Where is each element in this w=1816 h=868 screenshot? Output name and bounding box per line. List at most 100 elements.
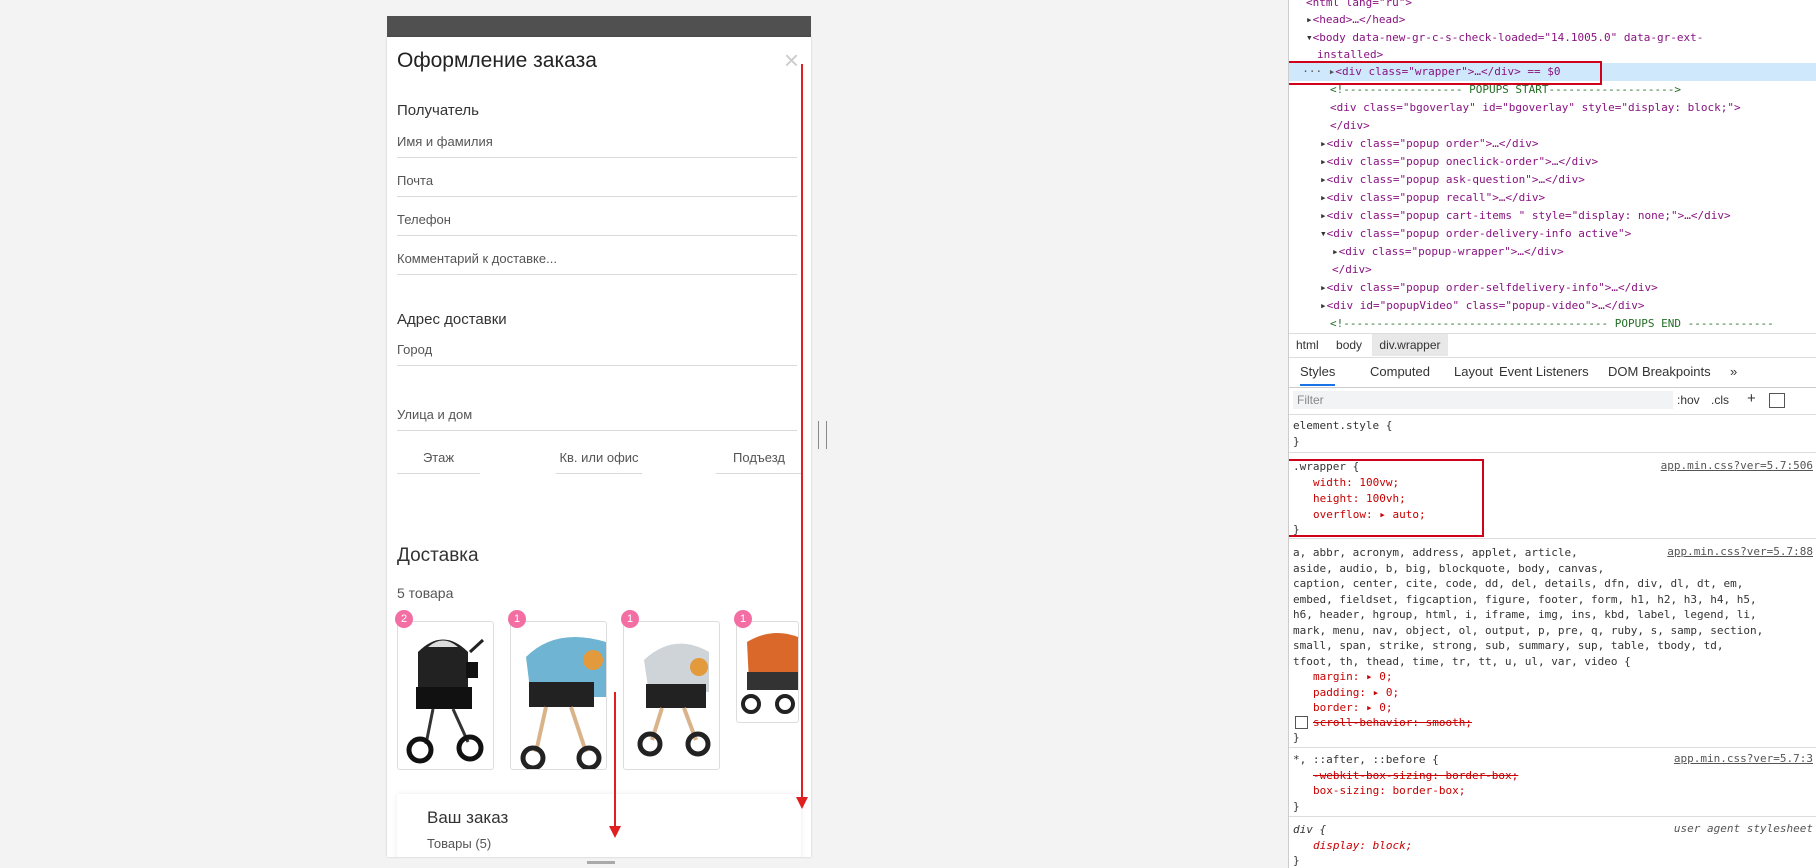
email-field-placeholder: Почта — [397, 173, 434, 188]
floor-field[interactable]: Этаж — [397, 441, 480, 474]
tab-event-listeners[interactable]: Event Listeners — [1499, 364, 1589, 379]
items-count: 5 товара — [397, 585, 454, 601]
dom-node[interactable]: <div class="bgoverlay" id="bgoverlay" st… — [1330, 99, 1741, 117]
product-thumbnail[interactable] — [623, 621, 720, 770]
resize-handle[interactable] — [818, 421, 827, 449]
dom-node[interactable]: ▾<div class="popup order-delivery-info a… — [1320, 225, 1631, 243]
devtools-tabs: Styles Computed Layout Event Listeners D… — [1289, 357, 1816, 388]
cls-button[interactable]: .cls — [1711, 393, 1729, 407]
quantity-badge: 1 — [621, 610, 639, 628]
dom-node[interactable]: ▸<div class="popup-wrapper">…</div> — [1332, 243, 1564, 261]
user-agent-label: user agent stylesheet — [1673, 822, 1813, 835]
phone-field[interactable]: Телефон — [397, 197, 797, 236]
email-field[interactable]: Почта — [397, 158, 797, 197]
dom-text: <html lang="ru"> — [1306, 0, 1412, 9]
new-rule-button[interactable]: + — [1747, 390, 1756, 407]
dom-text: <div class="popup order-selfdelivery-inf… — [1326, 281, 1658, 294]
breadcrumb-body[interactable]: body — [1329, 334, 1369, 356]
dom-node: </div> — [1330, 117, 1370, 135]
checkout-modal: Оформление заказа × Получатель Имя и фам… — [387, 37, 811, 857]
name-field-placeholder: Имя и фамилия — [397, 134, 493, 149]
dom-node[interactable]: ▸<div class="popup order-selfdelivery-in… — [1320, 279, 1658, 297]
tab-dom-breakpoints[interactable]: DOM Breakpoints — [1608, 364, 1711, 379]
name-field[interactable]: Имя и фамилия — [397, 119, 797, 158]
property-checkbox[interactable] — [1295, 716, 1308, 729]
comment-field[interactable]: Комментарий к доставке... — [397, 236, 797, 275]
dom-node[interactable]: ▸<div class="popup order">…</div> — [1320, 135, 1539, 153]
product-thumbnail[interactable] — [736, 621, 799, 723]
styles-toolbar: Filter :hov .cls + — [1289, 388, 1816, 415]
dom-node[interactable]: ▸<div class="popup cart-items " style="d… — [1320, 207, 1731, 225]
rule-divider — [1289, 538, 1816, 539]
styles-filter-input[interactable]: Filter — [1293, 391, 1673, 409]
box-sizing-prop[interactable]: box-sizing: border-box; — [1313, 783, 1465, 799]
order-title: Ваш заказ — [427, 808, 509, 827]
dom-text: <div class="popup oneclick-order">…</div… — [1326, 155, 1599, 168]
dom-text: <div id="popupVideo" class="popup-video"… — [1326, 299, 1645, 312]
close-icon[interactable]: × — [784, 45, 799, 76]
apartment-field[interactable]: Кв. или офис — [556, 441, 642, 474]
bottom-resize-handle[interactable] — [587, 861, 615, 864]
reset-selector-line: caption, center, cite, code, dd, del, de… — [1293, 577, 1744, 590]
reset-selector-line: embed, fieldset, figcaption, figure, foo… — [1293, 593, 1757, 606]
breadcrumb-html[interactable]: html — [1289, 334, 1326, 356]
reset-selector-line: small, span, strike, strong, sub, summar… — [1293, 639, 1724, 652]
order-summary: Ваш заказ Товары (5) — [397, 794, 801, 857]
annotation-arrow — [614, 692, 616, 828]
close-brace: } — [1293, 854, 1300, 867]
dom-text: <div class="popup order-delivery-info ac… — [1326, 227, 1632, 240]
dom-node: </div> — [1332, 261, 1372, 279]
dom-node[interactable]: ▸<div class="popup oneclick-order">…</di… — [1320, 153, 1598, 171]
dom-node[interactable]: ▸<head>…</head> — [1306, 11, 1405, 29]
devtools-panel: <html lang="ru"> ▸<head>…</head> ▾<body … — [1288, 0, 1816, 868]
hov-button[interactable]: :hov — [1677, 393, 1700, 407]
dom-text: <div class="popup-wrapper">…</div> — [1338, 245, 1564, 258]
star-source-link[interactable]: app.min.css?ver=5.7:3 — [1674, 752, 1813, 765]
entrance-field[interactable]: Подъезд — [716, 441, 802, 474]
dom-node[interactable]: ▾<body data-new-gr-c-s-check-loaded="14.… — [1306, 29, 1703, 47]
annotation-highlight — [1289, 459, 1484, 537]
annotation-highlight — [1289, 61, 1602, 85]
quantity-badge: 1 — [508, 610, 526, 628]
city-field-placeholder: Город — [397, 342, 433, 357]
product-thumbnail[interactable] — [510, 621, 607, 770]
address-title: Адрес доставки — [397, 311, 507, 328]
close-brace: } — [1293, 800, 1300, 813]
delivery-title: Доставка — [397, 545, 479, 566]
star-selector: *, ::after, ::before { — [1293, 753, 1439, 766]
dom-text: </div> — [1332, 263, 1372, 276]
floor-field-placeholder: Этаж — [422, 450, 455, 465]
dom-text: <div class="popup order">…</div> — [1326, 137, 1539, 150]
dom-node[interactable]: ▸<div class="popup ask-question">…</div> — [1320, 171, 1585, 189]
product-thumbnail[interactable] — [397, 621, 494, 770]
dom-text: <!--------------------------------------… — [1330, 317, 1774, 330]
rule-divider — [1289, 816, 1816, 817]
webkit-box-sizing-prop[interactable]: -webkit-box-sizing: border-box; — [1313, 768, 1518, 784]
reset-selector-line: tfoot, th, thead, time, tr, tt, u, ul, v… — [1293, 655, 1631, 668]
toggle-sidebar-icon[interactable] — [1769, 393, 1785, 408]
city-field[interactable]: Город — [397, 327, 797, 366]
reset-border-prop[interactable]: border: ▸ 0; — [1313, 700, 1392, 716]
stroller-image — [637, 643, 711, 757]
dom-text: <body data-new-gr-c-s-check-loaded="14.1… — [1312, 31, 1704, 44]
order-items-count: Товары (5) — [427, 836, 492, 851]
tab-more[interactable]: » — [1730, 364, 1737, 379]
street-field-placeholder: Улица и дом — [397, 407, 473, 422]
reset-padding-prop[interactable]: padding: ▸ 0; — [1313, 685, 1399, 701]
reset-margin-prop[interactable]: margin: ▸ 0; — [1313, 669, 1392, 685]
reset-scroll-prop[interactable]: scroll-behavior: smooth; — [1313, 715, 1472, 731]
dom-node[interactable]: ▸<div id="popupVideo" class="popup-video… — [1320, 297, 1645, 315]
entrance-field-placeholder: Подъезд — [733, 450, 785, 465]
dom-node[interactable]: ▸<div class="popup recall">…</div> — [1320, 189, 1545, 207]
reset-source-link[interactable]: app.min.css?ver=5.7:88 — [1667, 545, 1813, 558]
wrapper-source-link[interactable]: app.min.css?ver=5.7:506 — [1661, 459, 1813, 472]
dom-text: <div class="popup cart-items " style="di… — [1326, 209, 1731, 222]
street-field[interactable]: Улица и дом — [397, 392, 797, 431]
tab-computed[interactable]: Computed — [1370, 364, 1430, 379]
tab-styles[interactable]: Styles — [1300, 364, 1336, 386]
dom-text: <div class="popup ask-question">…</div> — [1326, 173, 1585, 186]
dom-text: <head>…</head> — [1312, 13, 1406, 26]
reset-selector-line: aside, audio, b, big, blockquote, body, … — [1293, 562, 1605, 575]
tab-layout[interactable]: Layout — [1454, 364, 1493, 379]
breadcrumb-div-wrapper[interactable]: div.wrapper — [1372, 334, 1448, 356]
